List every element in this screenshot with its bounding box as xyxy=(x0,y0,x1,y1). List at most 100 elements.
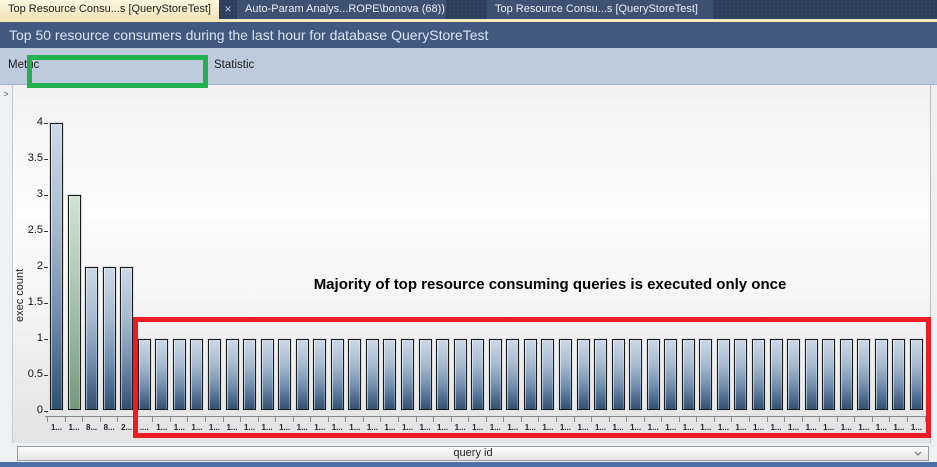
x-tick-mark xyxy=(258,416,259,422)
y-tick-mark xyxy=(44,195,48,196)
bar[interactable] xyxy=(682,339,695,410)
bar[interactable] xyxy=(401,339,414,410)
x-tick-mark xyxy=(117,416,118,422)
bar[interactable] xyxy=(436,339,449,410)
x-tick-mark xyxy=(468,416,469,422)
bar[interactable] xyxy=(840,339,853,410)
x-tick-mark xyxy=(591,416,592,422)
x-tick-mark xyxy=(731,416,732,422)
bar[interactable] xyxy=(419,339,432,410)
bar[interactable] xyxy=(296,339,309,410)
x-tick-mark xyxy=(82,416,83,422)
report-title: Top 50 resource consumers during the las… xyxy=(0,22,937,48)
x-tick-mark xyxy=(451,416,452,422)
x-tick-mark xyxy=(293,416,294,422)
bar[interactable] xyxy=(559,339,572,410)
bar[interactable] xyxy=(612,339,625,410)
report-toolbar: Metric Statistic xyxy=(0,48,937,85)
y-tick-mark xyxy=(44,231,48,232)
bar[interactable] xyxy=(243,339,256,410)
x-tick-mark xyxy=(363,416,364,422)
bar[interactable] xyxy=(226,339,239,410)
bar[interactable] xyxy=(577,339,590,410)
bar[interactable] xyxy=(454,339,467,410)
y-tick-label: 4 xyxy=(17,116,43,128)
x-tick-mark xyxy=(398,416,399,422)
x-axis-title: query id xyxy=(453,447,492,459)
bar[interactable] xyxy=(68,195,81,410)
bar[interactable] xyxy=(366,339,379,410)
bar[interactable] xyxy=(892,339,905,410)
bar[interactable] xyxy=(138,339,151,410)
y-tick-label: 3 xyxy=(17,188,43,200)
expand-panel-icon: > xyxy=(0,89,12,99)
bar[interactable] xyxy=(331,339,344,410)
bar[interactable] xyxy=(734,339,747,410)
x-tick-mark xyxy=(889,416,890,422)
x-tick-mark xyxy=(205,416,206,422)
x-tick-mark xyxy=(714,416,715,422)
bar[interactable] xyxy=(506,339,519,410)
x-tick-mark xyxy=(328,416,329,422)
bar[interactable] xyxy=(752,339,765,410)
bar[interactable] xyxy=(120,267,133,410)
x-tick-mark xyxy=(819,416,820,422)
bar[interactable] xyxy=(805,339,818,410)
bar[interactable] xyxy=(647,339,660,410)
y-tick-mark xyxy=(44,339,48,340)
x-tick-mark xyxy=(275,416,276,422)
x-tick-mark xyxy=(696,416,697,422)
y-tick-label: 0 xyxy=(17,404,43,416)
bar[interactable] xyxy=(787,339,800,410)
bar[interactable] xyxy=(208,339,221,410)
bar[interactable] xyxy=(524,339,537,410)
bar[interactable] xyxy=(190,339,203,410)
annotation-text: Majority of top resource consuming queri… xyxy=(250,276,850,293)
y-tick-label: 1 xyxy=(17,332,43,344)
bar[interactable] xyxy=(50,123,63,410)
x-tick-label: 1... xyxy=(904,423,928,432)
y-tick-mark xyxy=(44,267,48,268)
bar[interactable] xyxy=(313,339,326,410)
statistic-label: Statistic xyxy=(214,59,254,71)
bar[interactable] xyxy=(541,339,554,410)
x-tick-mark xyxy=(679,416,680,422)
x-tick-mark xyxy=(538,416,539,422)
y-tick-mark xyxy=(44,303,48,304)
bar[interactable] xyxy=(489,339,502,410)
y-tick-label: 1.5 xyxy=(17,296,43,308)
bar[interactable] xyxy=(348,339,361,410)
bar[interactable] xyxy=(594,339,607,410)
bar[interactable] xyxy=(155,339,168,410)
tab-label: Top Resource Consu...s [QueryStoreTest] xyxy=(495,3,698,15)
tab-top-resource-consumers-active[interactable]: Top Resource Consu...s [QueryStoreTest] xyxy=(0,0,219,19)
bar[interactable] xyxy=(875,339,888,410)
bar[interactable] xyxy=(278,339,291,410)
bar[interactable] xyxy=(699,339,712,410)
bar[interactable] xyxy=(822,339,835,410)
tab-top-resource-consumers-2[interactable]: Top Resource Consu...s [QueryStoreTest] xyxy=(487,0,713,19)
tab-close-icon[interactable]: × xyxy=(219,0,237,19)
y-axis-title: exec count xyxy=(14,215,26,375)
bar[interactable] xyxy=(857,339,870,410)
bar[interactable] xyxy=(717,339,730,410)
bar[interactable] xyxy=(261,339,274,410)
bar[interactable] xyxy=(173,339,186,410)
bar[interactable] xyxy=(471,339,484,410)
collapsed-side-panel[interactable]: > xyxy=(0,85,13,462)
tab-auto-param-analysis[interactable]: Auto-Param Analys...ROPE\bonova (68)) xyxy=(237,0,446,19)
y-tick-mark xyxy=(44,375,48,376)
chevron-down-icon xyxy=(914,451,922,456)
x-tick-mark xyxy=(872,416,873,422)
bar[interactable] xyxy=(629,339,642,410)
x-tick-mark xyxy=(65,416,66,422)
bar[interactable] xyxy=(910,339,923,410)
y-tick-label: 2.5 xyxy=(17,224,43,236)
bar[interactable] xyxy=(383,339,396,410)
x-axis-dropdown[interactable]: query id xyxy=(17,446,929,461)
bar[interactable] xyxy=(85,267,98,410)
bar[interactable] xyxy=(103,267,116,410)
x-tick-mark xyxy=(907,416,908,422)
bar[interactable] xyxy=(770,339,783,410)
bar[interactable] xyxy=(664,339,677,410)
